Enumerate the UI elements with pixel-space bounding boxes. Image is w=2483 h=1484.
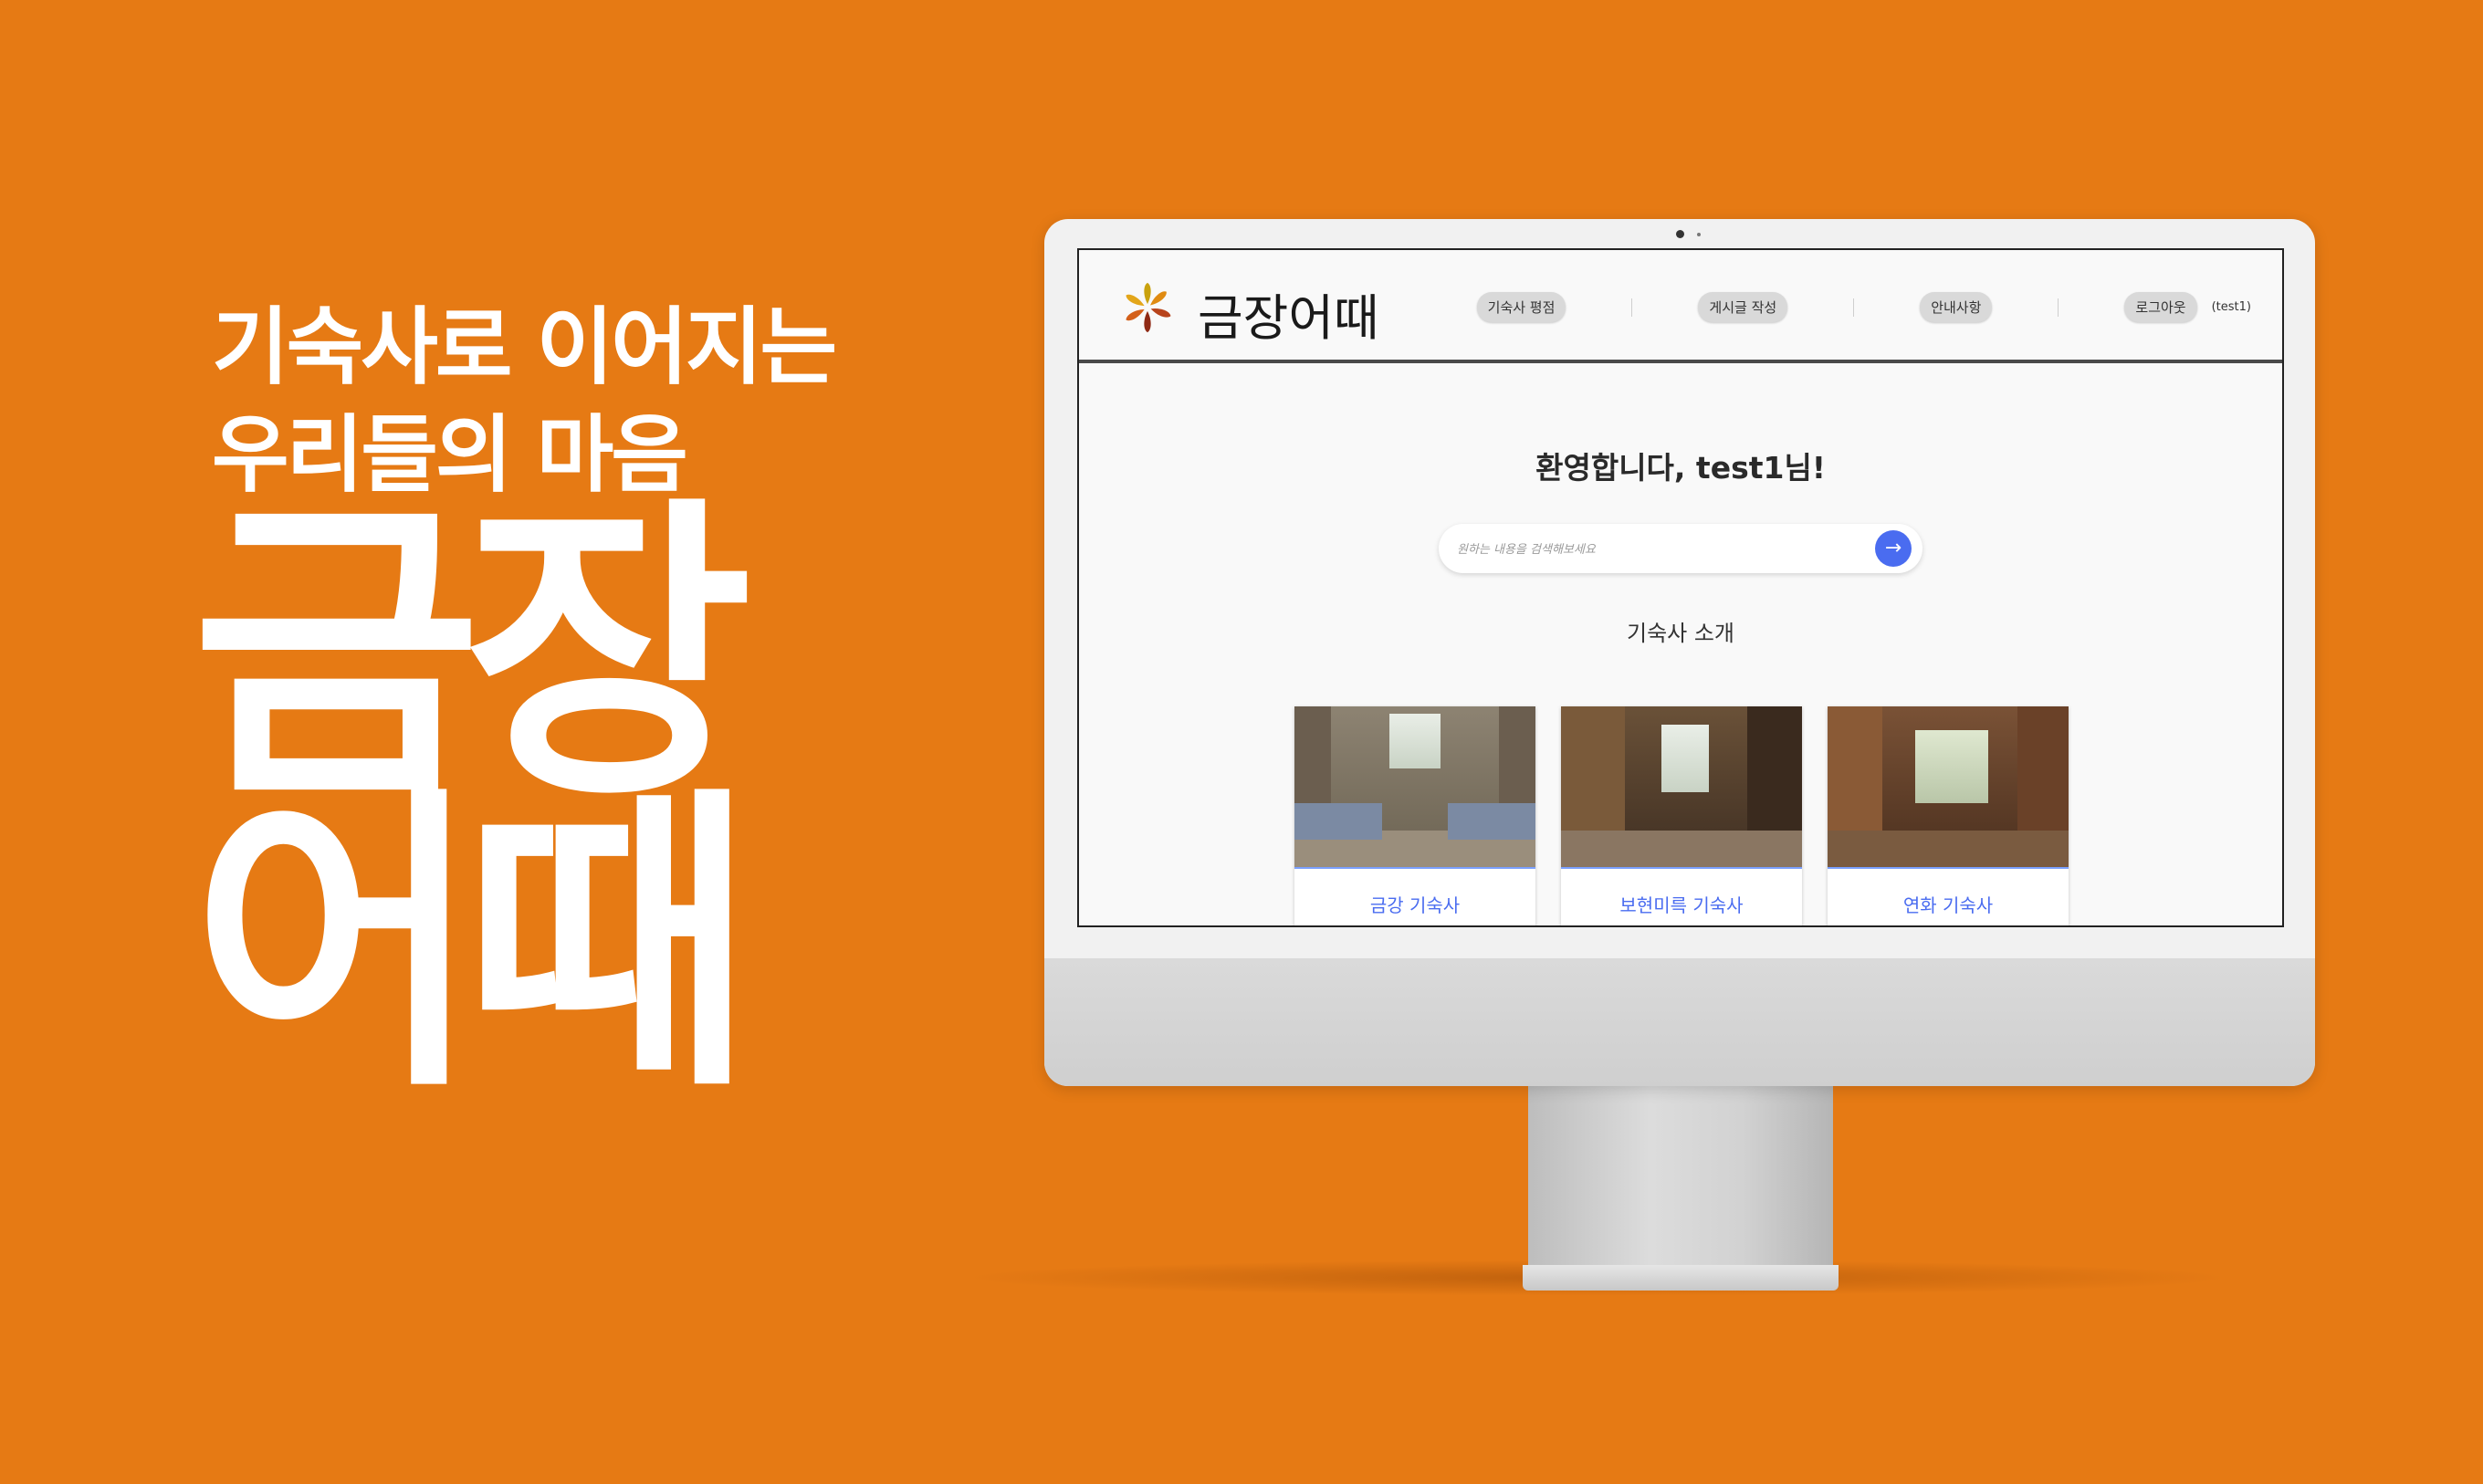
promo-line-1: 기숙사로 이어지는 xyxy=(212,298,837,396)
monitor-chin xyxy=(1044,958,2315,1086)
search-input[interactable] xyxy=(1455,524,1851,575)
monitor-stand-base xyxy=(1523,1265,1839,1291)
monitor-stand xyxy=(1528,1086,1833,1278)
search-bar: → xyxy=(1439,524,1922,575)
dorm-card-label: 보현미륵 기숙사 xyxy=(1619,894,1744,916)
dorm-photo xyxy=(1561,706,1802,869)
big-title-line-1: 금장 xyxy=(192,473,753,839)
nav-divider xyxy=(1853,298,1855,317)
big-title-line-2: 어때 xyxy=(192,763,753,1129)
top-nav: 기숙사 평점 게시글 작성 안내사항 로그아웃 (test1) xyxy=(1476,292,2251,322)
arrow-right-icon: → xyxy=(1884,537,1902,559)
dorm-card-geumgang[interactable]: 금강 기숙사 xyxy=(1294,706,1535,925)
user-id: (test1) xyxy=(2211,300,2251,314)
nav-divider xyxy=(2058,298,2059,317)
dorm-card-label: 금강 기숙사 xyxy=(1369,894,1461,916)
nav-write-button[interactable]: 게시글 작성 xyxy=(1698,292,1788,322)
sensor-dot xyxy=(1697,233,1701,236)
nav-notice-button[interactable]: 안내사항 xyxy=(1920,292,1993,322)
dorm-card-yeonhwa[interactable]: 연화 기숙사 xyxy=(1828,706,2069,925)
dorm-photo xyxy=(1828,706,2069,869)
search-button[interactable]: → xyxy=(1875,530,1912,567)
camera-icon xyxy=(1676,230,1684,238)
logo-icon[interactable] xyxy=(1121,281,1174,334)
welcome-message: 환영합니다, test1님! xyxy=(1535,450,1826,486)
nav-divider xyxy=(1631,298,1633,317)
dorm-card-bohyun[interactable]: 보현미륵 기숙사 xyxy=(1561,706,1802,925)
promo-big-title: 금장 어때 xyxy=(192,473,849,1129)
logo-text[interactable]: 금장어때 xyxy=(1198,277,1379,350)
site-header: 금장어때 기숙사 평점 게시글 작성 안내사항 로그아웃 (test1) xyxy=(1079,250,2282,363)
dorm-cards: 금강 기숙사 보현미륵 기숙사 연화 기숙사 xyxy=(1294,706,2069,925)
screen: 금장어때 기숙사 평점 게시글 작성 안내사항 로그아웃 (test1) 환영합… xyxy=(1077,248,2284,927)
logout-button[interactable]: 로그아웃 xyxy=(2124,292,2197,322)
nav-review-button[interactable]: 기숙사 평점 xyxy=(1476,292,1566,322)
dorm-photo xyxy=(1294,706,1535,869)
dorm-card-label: 연화 기숙사 xyxy=(1902,894,1994,916)
section-title: 기숙사 소개 xyxy=(1626,621,1735,646)
